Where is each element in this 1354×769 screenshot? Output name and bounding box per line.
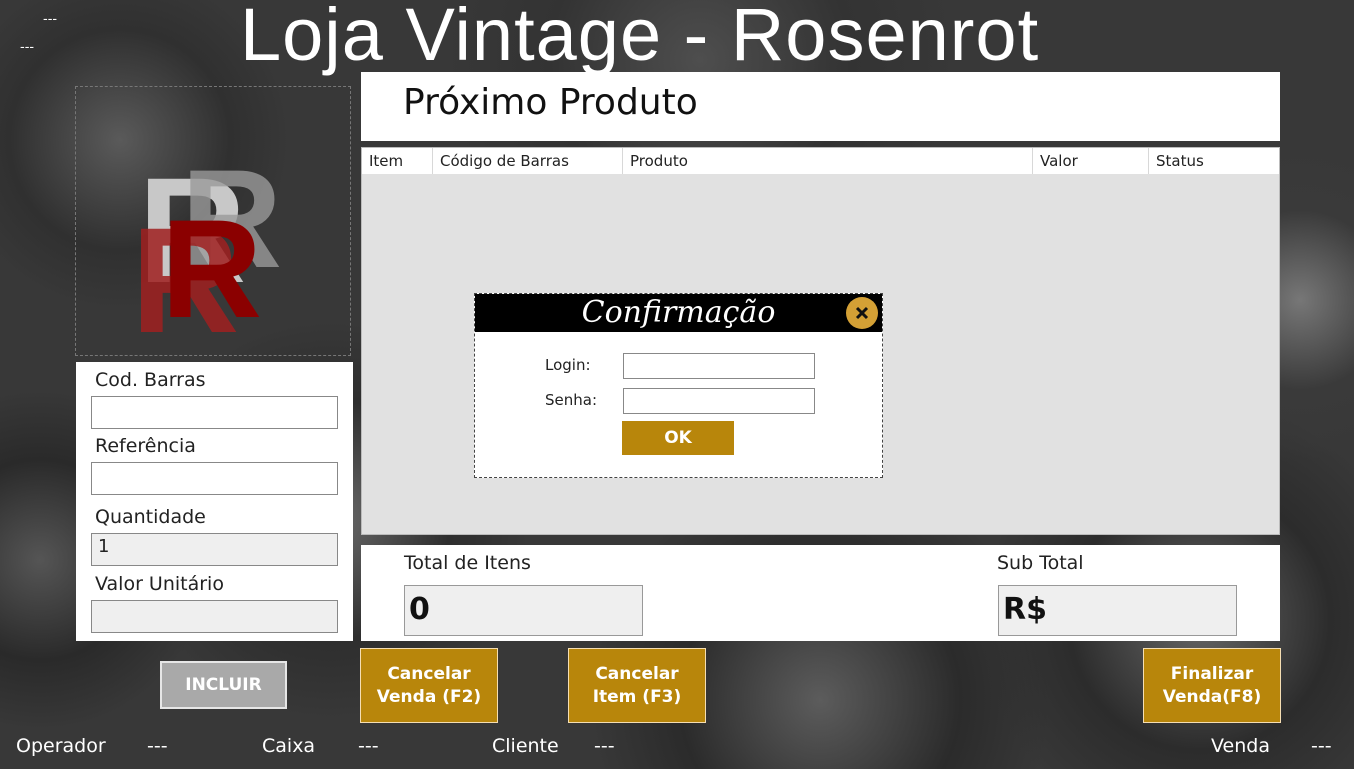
reference-input[interactable] — [91, 462, 338, 495]
finalize-sale-label: Finalizar Venda(F8) — [1162, 663, 1262, 707]
grid-header: Item Código de Barras Produto Valor Stat… — [362, 148, 1279, 174]
column-header-item[interactable]: Item — [362, 148, 432, 174]
ok-button[interactable]: OK — [622, 421, 734, 455]
corner-placeholder-top: --- — [43, 12, 58, 27]
operator-value: --- — [147, 735, 168, 757]
operator-label: Operador — [16, 735, 106, 757]
dialog-header: Confirmação — [475, 294, 882, 332]
password-input[interactable] — [623, 388, 815, 414]
column-header-barcode[interactable]: Código de Barras — [432, 148, 622, 174]
confirmation-dialog: Confirmação Login: Senha: OK — [474, 293, 883, 478]
sale-value: --- — [1311, 735, 1332, 757]
customer-label: Cliente — [492, 735, 559, 757]
quantity-input[interactable]: 1 — [91, 533, 338, 566]
subtotal-label: Sub Total — [997, 552, 1084, 574]
login-label: Login: — [545, 356, 591, 374]
sale-label: Venda — [1211, 735, 1270, 757]
reference-label: Referência — [95, 435, 196, 457]
register-label: Caixa — [262, 735, 316, 757]
dialog-title: Confirmação — [581, 295, 776, 330]
unit-value-input[interactable] — [91, 600, 338, 633]
subtotal-value: R$ — [998, 585, 1237, 636]
column-header-status[interactable]: Status — [1148, 148, 1279, 174]
finalize-sale-button[interactable]: Finalizar Venda(F8) — [1143, 648, 1281, 723]
close-icon[interactable] — [846, 297, 878, 329]
rosenrot-logo: R R R R — [131, 140, 282, 364]
total-items-label: Total de Itens — [404, 552, 531, 574]
column-header-value[interactable]: Valor — [1032, 148, 1148, 174]
cancel-item-label: Cancelar Item (F3) — [592, 663, 682, 707]
unit-value-label: Valor Unitário — [95, 573, 224, 595]
corner-placeholder-bottom: --- — [20, 40, 35, 55]
cancel-sale-label: Cancelar Venda (F2) — [376, 663, 482, 707]
svg-text:R: R — [161, 190, 262, 347]
register-value: --- — [358, 735, 379, 757]
barcode-label: Cod. Barras — [95, 369, 206, 391]
quantity-label: Quantidade — [95, 506, 206, 528]
column-header-product[interactable]: Produto — [622, 148, 1032, 174]
cancel-item-button[interactable]: Cancelar Item (F3) — [568, 648, 706, 723]
close-x-glyph — [855, 306, 869, 320]
login-input[interactable] — [623, 353, 815, 379]
next-product-title: Próximo Produto — [403, 82, 698, 123]
include-button[interactable]: INCLUIR — [160, 661, 287, 709]
logo-frame: R R R R — [75, 86, 351, 364]
password-label: Senha: — [545, 391, 598, 409]
product-entry-panel: Cod. Barras Referência Quantidade 1 Valo… — [76, 362, 353, 641]
cancel-sale-button[interactable]: Cancelar Venda (F2) — [360, 648, 498, 723]
total-items-value: 0 — [404, 585, 643, 636]
totals-panel: Total de Itens 0 Sub Total R$ — [361, 545, 1280, 641]
customer-value: --- — [594, 735, 615, 757]
barcode-input[interactable] — [91, 396, 338, 429]
next-product-panel: Próximo Produto — [361, 72, 1280, 141]
app-title: Loja Vintage - Rosenrot — [240, 0, 1040, 76]
